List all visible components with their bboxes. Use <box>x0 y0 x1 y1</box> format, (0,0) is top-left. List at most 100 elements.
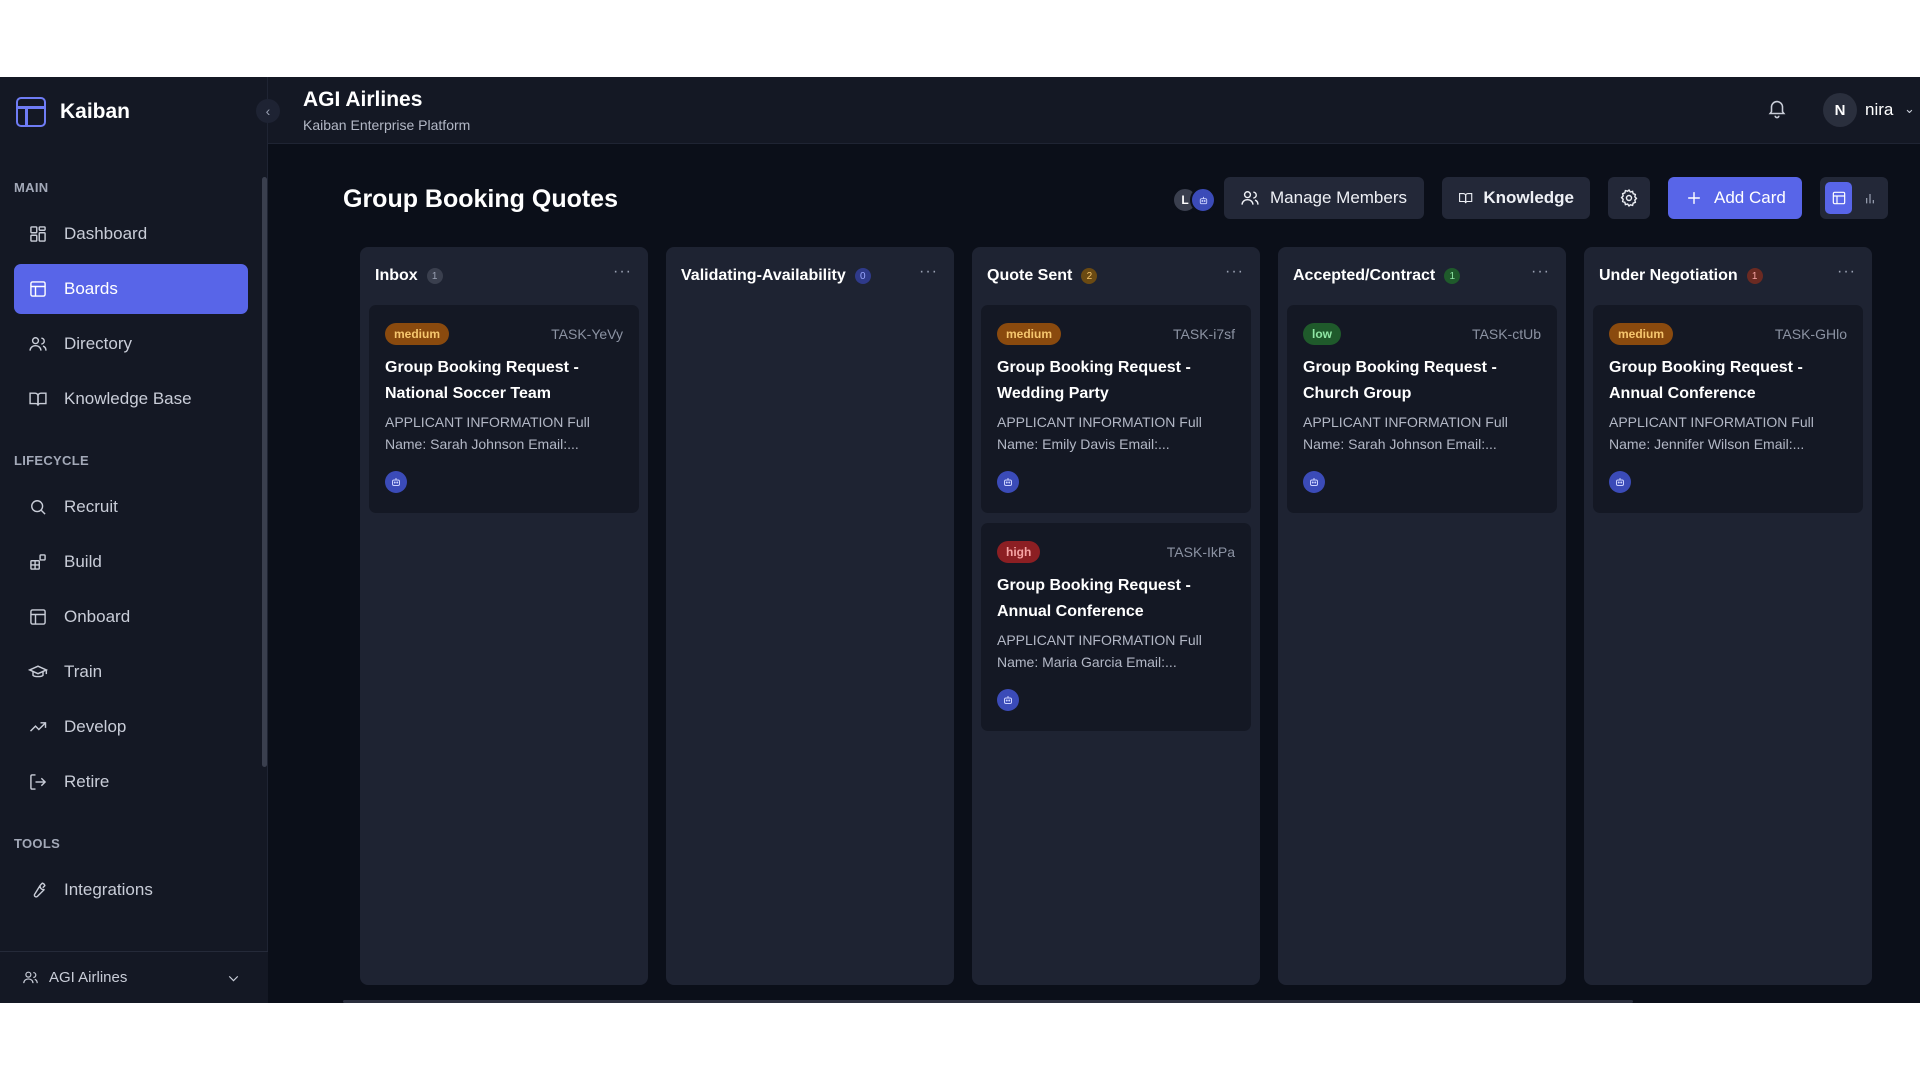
sidebar-item-label: Integrations <box>64 880 153 899</box>
org-switcher-label: AGI Airlines <box>49 969 128 986</box>
sidebar-item-label: Directory <box>64 334 133 353</box>
users-icon <box>23 971 38 984</box>
priority-badge: high <box>997 541 1041 563</box>
view-toggle <box>1820 177 1888 219</box>
bot-assignee-icon[interactable] <box>997 471 1019 493</box>
sidebar-item-label: Knowledge Base <box>64 389 192 408</box>
task-card[interactable]: medium TASK-i7sf Group Booking Request - W… <box>981 305 1251 513</box>
sidebar-item-integrations[interactable]: Integrations <box>14 865 248 915</box>
sidebar-item-label: Dashboard <box>64 224 148 243</box>
column-header: Accepted/Contract 1 <box>1293 265 1461 287</box>
column-count-badge: 2 <box>1081 268 1098 284</box>
column-title: Inbox <box>375 267 418 284</box>
blocks-icon <box>28 552 48 572</box>
graduation-cap-icon <box>28 662 48 682</box>
task-id: TASK-IkPa <box>1166 544 1235 560</box>
users-icon <box>1241 191 1259 205</box>
column-menu-icon[interactable]: ··· <box>1225 263 1244 281</box>
sidebar-nav: MAIN Dashboard Boards Directory Knowledge Ba… <box>0 177 262 957</box>
board-column-inbox: Inbox 1 ··· medium TASK-YeVy Group Booking Re… <box>360 247 648 985</box>
card-description: APPLICANT INFORMATION Full Name: Sarah J… <box>385 414 590 452</box>
collapse-sidebar-button[interactable]: ‹ <box>256 99 280 123</box>
sidebar-item-dashboard[interactable]: Dashboard <box>14 209 248 259</box>
column-header: Validating-Availability 0 <box>681 265 871 287</box>
add-card-label: Add Card <box>1714 188 1786 207</box>
task-card[interactable]: high TASK-IkPa Group Booking Request - Ann… <box>981 523 1251 731</box>
task-card[interactable]: low TASK-ctUb Group Booking Request - Chur… <box>1287 305 1557 513</box>
brand[interactable]: Kaiban <box>16 95 130 129</box>
card-description: APPLICANT INFORMATION Full Name: Maria G… <box>997 632 1202 670</box>
kaiban-logo-icon <box>16 97 46 127</box>
bot-assignee-icon[interactable] <box>385 471 407 493</box>
chart-view-icon[interactable] <box>1856 182 1883 214</box>
sidebar-item-label: Recruit <box>64 497 118 516</box>
task-id: TASK-ctUb <box>1472 326 1541 342</box>
users-icon <box>28 334 48 354</box>
column-count-badge: 1 <box>426 268 443 284</box>
sidebar-item-train[interactable]: Train <box>14 647 248 697</box>
column-header: Quote Sent 2 <box>987 265 1098 287</box>
card-title: Group Booking Request - Annual Conferenc… <box>1609 359 1803 402</box>
board-view-icon[interactable] <box>1825 182 1852 214</box>
board-settings-button[interactable] <box>1608 177 1650 219</box>
bot-assignee-icon[interactable] <box>997 689 1019 711</box>
sidebar: Kaiban MAIN Dashboard Boards Directory Knowl… <box>0 77 268 1003</box>
trending-up-icon <box>28 717 48 737</box>
search-icon <box>28 497 48 517</box>
user-name[interactable]: nira <box>1865 100 1893 120</box>
bot-assignee-icon[interactable] <box>1609 471 1631 493</box>
column-title: Under Negotiation <box>1599 267 1738 284</box>
card-description: APPLICANT INFORMATION Full Name: Sarah J… <box>1303 414 1508 452</box>
board-title: Group Booking Quotes <box>343 185 618 213</box>
sidebar-item-knowledge-base[interactable]: Knowledge Base <box>14 374 248 424</box>
sidebar-item-onboard[interactable]: Onboard <box>14 592 248 642</box>
card-description: APPLICANT INFORMATION Full Name: Jennife… <box>1609 414 1814 452</box>
gear-icon <box>1620 189 1638 207</box>
add-card-button[interactable]: Add Card <box>1668 177 1802 219</box>
user-menu-chevron-icon[interactable]: ⌄ <box>1904 101 1915 117</box>
sidebar-item-directory[interactable]: Directory <box>14 319 248 369</box>
app-window: Kaiban MAIN Dashboard Boards Directory Knowl… <box>0 77 1920 1003</box>
priority-badge: medium <box>1609 323 1674 345</box>
task-card[interactable]: medium TASK-YeVy Group Booking Request - N… <box>369 305 639 513</box>
notifications-bell-icon[interactable] <box>1766 97 1790 121</box>
column-menu-icon[interactable]: ··· <box>613 263 632 281</box>
org-subtitle: Kaiban Enterprise Platform <box>303 117 471 133</box>
sidebar-item-retire[interactable]: Retire <box>14 757 248 807</box>
sidebar-item-label: Build <box>64 552 102 571</box>
knowledge-button[interactable]: Knowledge <box>1442 177 1590 219</box>
bot-assignee-icon[interactable] <box>1303 471 1325 493</box>
sidebar-item-label: Onboard <box>64 607 131 626</box>
sidebar-scrollbar[interactable] <box>262 177 267 767</box>
book-icon <box>28 389 48 409</box>
layout-icon <box>28 607 48 627</box>
card-description: APPLICANT INFORMATION Full Name: Emily D… <box>997 414 1202 452</box>
column-menu-icon[interactable]: ··· <box>919 263 938 281</box>
column-title: Quote Sent <box>987 267 1073 284</box>
user-avatar[interactable]: N <box>1823 93 1857 127</box>
column-menu-icon[interactable]: ··· <box>1837 263 1856 281</box>
sidebar-item-boards[interactable]: Boards <box>14 264 248 314</box>
manage-members-button[interactable]: Manage Members <box>1224 177 1424 219</box>
sidebar-item-develop[interactable]: Develop <box>14 702 248 752</box>
priority-badge: medium <box>997 323 1062 345</box>
board-horizontal-scrollbar[interactable] <box>343 1000 1633 1003</box>
column-count-badge: 0 <box>854 268 871 284</box>
org-title: AGI Airlines <box>303 88 423 111</box>
card-title: Group Booking Request - Annual Conferenc… <box>997 577 1191 620</box>
sidebar-item-build[interactable]: Build <box>14 537 248 587</box>
bot-avatar-icon <box>1190 187 1216 213</box>
org-switcher[interactable]: AGI Airlines <box>0 951 268 1003</box>
card-title: Group Booking Request - Church Group <box>1303 359 1497 402</box>
knowledge-label: Knowledge <box>1483 188 1574 207</box>
column-menu-icon[interactable]: ··· <box>1531 263 1550 281</box>
topbar: AGI Airlines Kaiban Enterprise Platform … <box>268 77 1920 144</box>
board-members[interactable]: L <box>1172 187 1216 213</box>
sidebar-item-recruit[interactable]: Recruit <box>14 482 248 532</box>
board-column-quote-sent: Quote Sent 2 ··· medium TASK-i7sf Group Booki… <box>972 247 1260 985</box>
section-label-main: MAIN <box>14 179 49 195</box>
section-label-lifecycle: LIFECYCLE <box>14 452 89 468</box>
column-header: Under Negotiation 1 <box>1599 265 1763 287</box>
board-icon <box>28 279 48 299</box>
task-card[interactable]: medium TASK-GHlo Group Booking Request - A… <box>1593 305 1863 513</box>
